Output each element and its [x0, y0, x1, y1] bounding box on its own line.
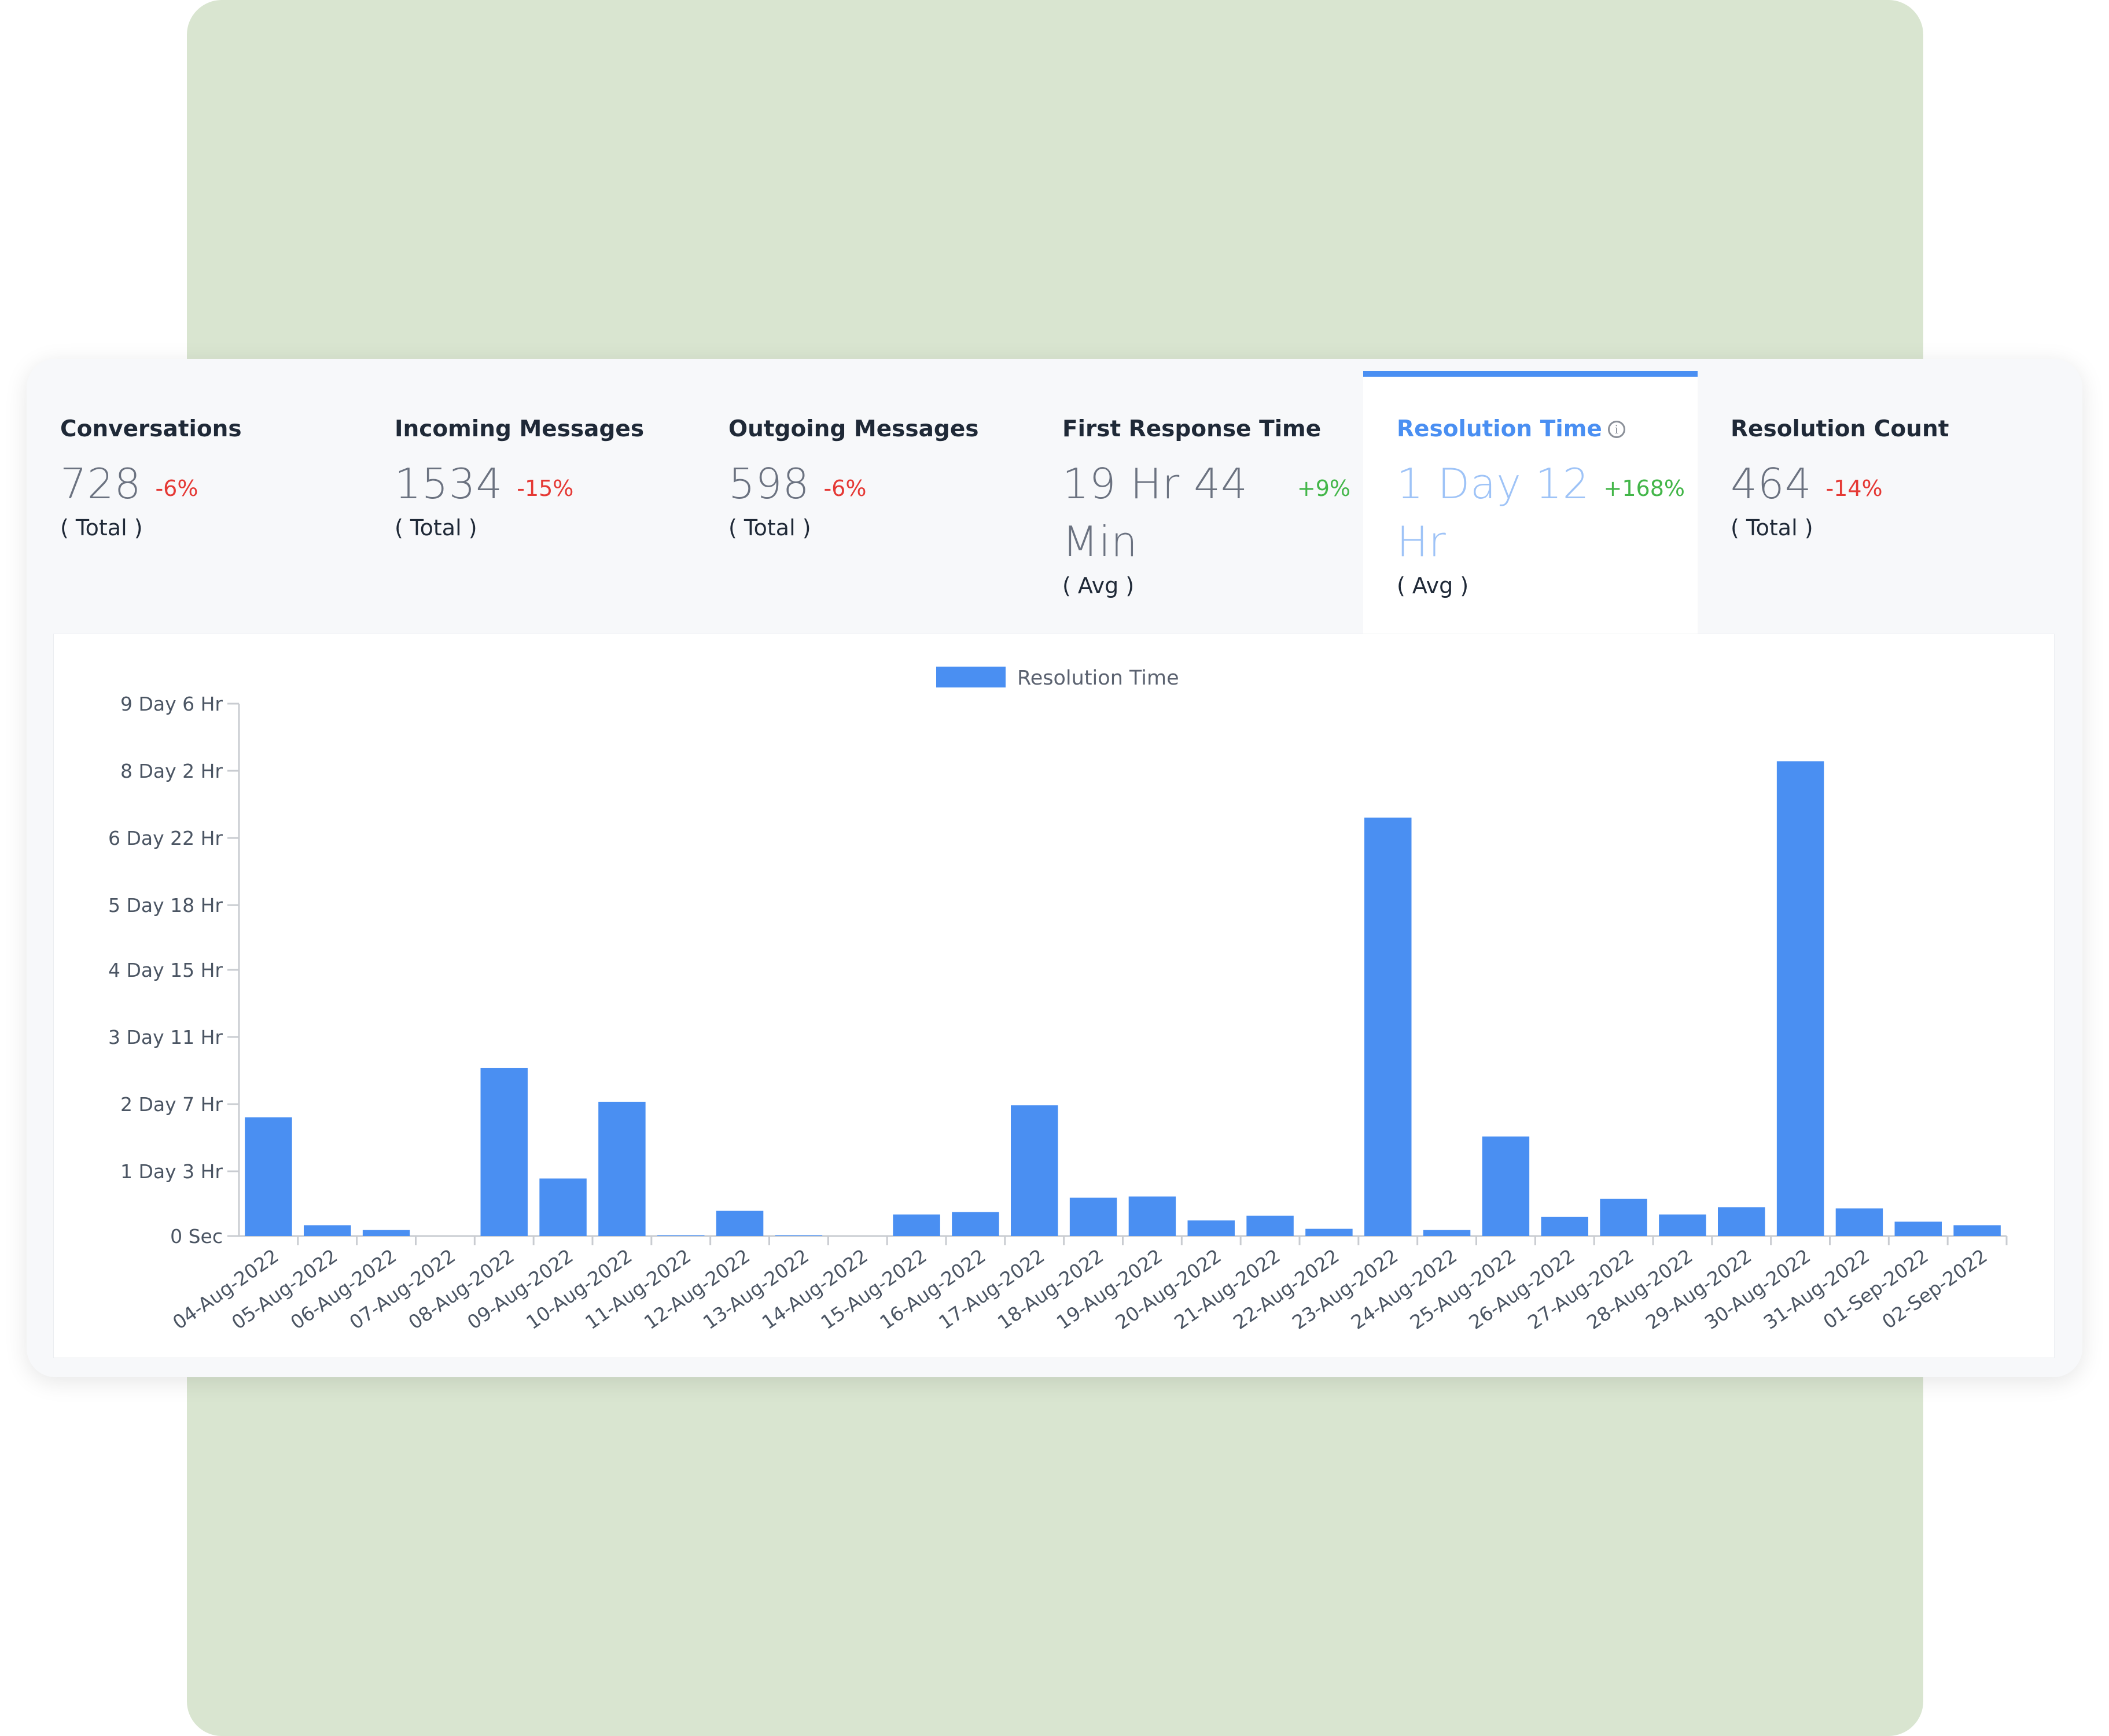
bar: [1070, 1198, 1117, 1236]
bar: [1482, 1137, 1529, 1236]
bar: [363, 1230, 410, 1236]
metrics-row: Conversations728-6%( Total )Incoming Mes…: [27, 359, 2082, 634]
metric-aggregate-label: ( Avg ): [1397, 573, 1698, 598]
bar: [1718, 1207, 1765, 1236]
bar: [539, 1179, 586, 1236]
metric-value: 1 Day 12 Hr: [1397, 455, 1611, 571]
bar: [1246, 1216, 1293, 1236]
bar: [245, 1117, 292, 1236]
bar: [1777, 761, 1824, 1236]
bar: [1836, 1208, 1883, 1236]
metric-title: First Response Time: [1062, 416, 1363, 442]
bar: [657, 1235, 704, 1236]
bar: [893, 1215, 940, 1236]
metric-title-label: Outgoing Messages: [728, 416, 979, 442]
metric-title-label: First Response Time: [1062, 416, 1321, 442]
metric-aggregate-label: ( Total ): [728, 515, 1029, 540]
bar: [1423, 1230, 1470, 1236]
y-tick-label: 5 Day 18 Hr: [108, 894, 223, 917]
y-tick-label: 2 Day 7 Hr: [120, 1093, 223, 1116]
bar: [775, 1235, 822, 1236]
metric-aggregate-label: ( Avg ): [1062, 573, 1363, 598]
bar: [304, 1225, 351, 1236]
metric-title-label: Conversations: [60, 416, 242, 442]
y-tick-label: 8 Day 2 Hr: [120, 760, 223, 782]
metric-value-row: 1 Day 12 Hr+168%: [1397, 455, 1698, 571]
metric-title-label: Resolution Count: [1731, 416, 1949, 442]
bar: [1364, 818, 1411, 1236]
metric-change-badge: -14%: [1825, 476, 1882, 501]
bar: [1188, 1220, 1235, 1236]
metric-value-row: 728 -6%: [60, 455, 361, 513]
metric-value-row: 1534 -15%: [395, 455, 695, 513]
metric-tab-incoming-messages[interactable]: Incoming Messages 1534 -15% ( Total ): [361, 371, 695, 634]
metric-aggregate-label: ( Total ): [395, 515, 695, 540]
bar: [1600, 1199, 1647, 1236]
bar: [1541, 1217, 1588, 1236]
metric-title-label: Incoming Messages: [395, 416, 644, 442]
metric-value: 598: [728, 455, 809, 513]
metric-value-row: 598 -6%: [728, 455, 1029, 513]
y-tick-label: 6 Day 22 Hr: [108, 827, 223, 849]
y-tick-label: 9 Day 6 Hr: [120, 693, 223, 715]
metric-title: Conversations: [60, 416, 361, 442]
bar: [1895, 1222, 1942, 1236]
metric-value: 464: [1731, 455, 1812, 513]
bar: [1305, 1229, 1352, 1236]
bar: [1659, 1215, 1706, 1236]
resolution-time-chart: Resolution Time 0 Sec 1 Day 3 Hr 2 Day 7 Hr…: [54, 634, 2054, 1358]
bar: [952, 1212, 999, 1236]
bar: [481, 1068, 528, 1236]
chart-panel: Resolution Time 0 Sec 1 Day 3 Hr 2 Day 7 Hr…: [53, 634, 2055, 1358]
bar: [716, 1211, 763, 1236]
metric-title: Incoming Messages: [395, 416, 695, 442]
metric-value: 1534: [395, 455, 503, 513]
metric-change-badge: +9%: [1297, 476, 1350, 501]
bar: [598, 1102, 645, 1236]
metric-value: 19 Hr 44 Min: [1062, 455, 1276, 571]
y-tick-label: 4 Day 15 Hr: [108, 959, 223, 981]
bar: [1129, 1197, 1176, 1236]
metric-tab-first-response-time[interactable]: First Response Time 19 Hr 44 Min +9% ( Avg …: [1029, 371, 1363, 634]
metric-value-row: 464 -14%: [1731, 455, 2031, 513]
metric-change-badge: -6%: [823, 476, 866, 501]
metric-aggregate-label: ( Total ): [60, 515, 361, 540]
metric-change-badge: -15%: [517, 476, 573, 501]
metric-change-badge: +168%: [1604, 476, 1685, 501]
metric-value: 728: [60, 455, 141, 513]
metric-change-badge: -6%: [155, 476, 198, 501]
metric-tab-resolution-count[interactable]: Resolution Count 464 -14% ( Total ): [1697, 371, 2031, 634]
metric-title: Resolution Count: [1731, 416, 2031, 442]
metric-tab-resolution-time[interactable]: Resolution Timei1 Day 12 Hr+168%( Avg ): [1363, 371, 1698, 634]
y-tick-label: 0 Sec: [170, 1225, 223, 1248]
metric-tab-outgoing-messages[interactable]: Outgoing Messages 598 -6% ( Total ): [695, 371, 1029, 634]
legend-swatch: [936, 667, 1006, 687]
bar: [1011, 1105, 1058, 1236]
metric-tab-conversations[interactable]: Conversations 728 -6% ( Total ): [27, 371, 361, 634]
metric-title: Resolution Time i: [1397, 416, 1698, 442]
y-tick-label: 3 Day 11 Hr: [108, 1026, 223, 1049]
analytics-card: Conversations728-6%( Total )Incoming Mes…: [27, 359, 2082, 1377]
metric-aggregate-label: ( Total ): [1731, 515, 2031, 540]
y-tick-label: 1 Day 3 Hr: [120, 1160, 223, 1183]
metric-title-label: Resolution Time: [1397, 416, 1602, 442]
info-icon[interactable]: i: [1608, 421, 1625, 438]
metric-title: Outgoing Messages: [728, 416, 1029, 442]
legend-label: Resolution Time: [1017, 667, 1179, 690]
metric-value-row: 19 Hr 44 Min +9%: [1062, 455, 1363, 571]
bar: [1953, 1225, 2000, 1236]
